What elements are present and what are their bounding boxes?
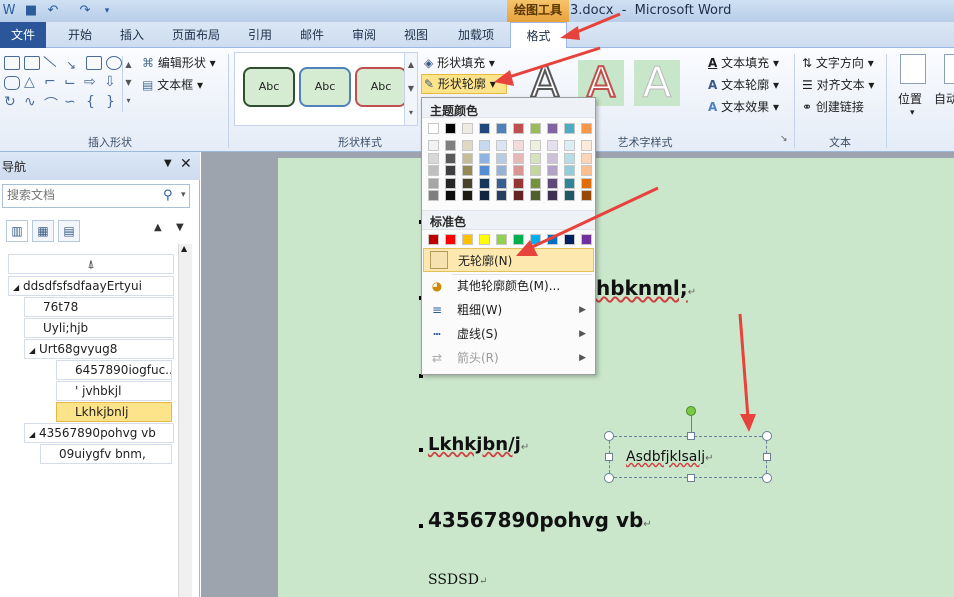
annotation-arrowhead bbox=[560, 26, 580, 40]
annotation-arrowhead bbox=[494, 70, 514, 86]
annotation-arrowhead bbox=[516, 240, 538, 256]
annotation-arrow-textbox bbox=[738, 313, 750, 419]
annotation-arrow-no-outline bbox=[529, 186, 659, 250]
annotation-arrowhead bbox=[740, 414, 756, 432]
annotation-arrow-shape-outline bbox=[505, 46, 601, 80]
annotation-arrow-format-tab bbox=[571, 12, 621, 36]
annotation-arrows bbox=[494, 12, 756, 432]
